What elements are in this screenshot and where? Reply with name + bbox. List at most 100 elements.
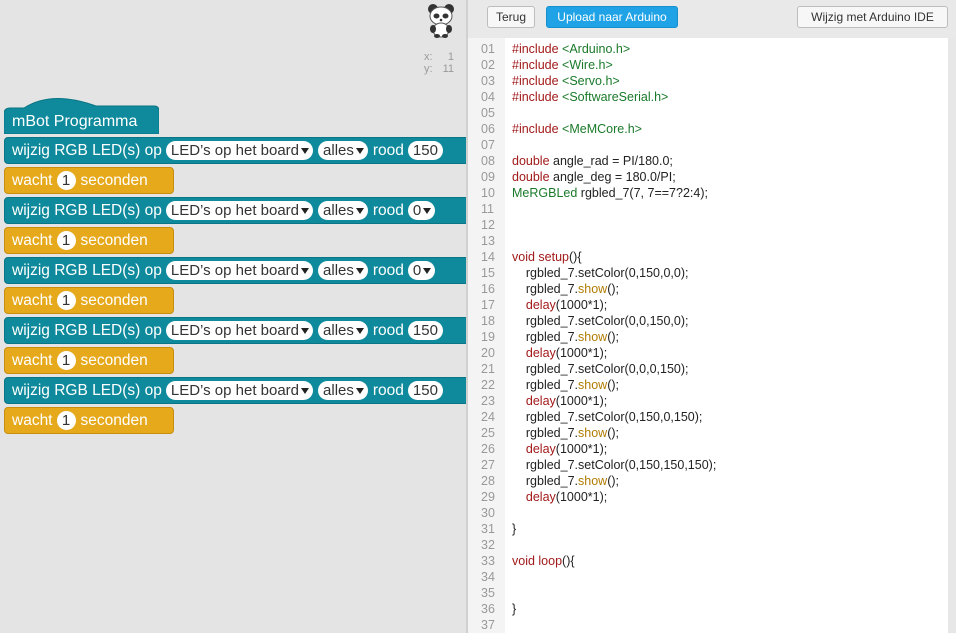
line-number: 37 [481, 618, 495, 632]
code-line[interactable]: 33 void loop(){ [468, 553, 948, 569]
editor-scrollbar[interactable] [948, 38, 956, 633]
upload-to-arduino-button[interactable]: Upload naar Arduino [546, 6, 678, 28]
led-which-dropdown[interactable]: alles [318, 261, 368, 280]
code-line[interactable]: 30 [468, 505, 948, 521]
code-token: void [512, 250, 539, 264]
code-line[interactable]: 22 rgbled_7.show(); [468, 377, 948, 393]
led-target-dropdown[interactable]: LED’s op het board [165, 381, 314, 400]
code-line[interactable]: 02 #include <Wire.h> [468, 57, 948, 73]
seconds-input[interactable]: 1 [56, 231, 76, 250]
scripts-area[interactable]: x: 1 y: 11 mBot Programma wijzig RGB LED(s… [0, 0, 466, 633]
back-button[interactable]: Terug [487, 6, 535, 28]
code-line[interactable]: 04 #include <SoftwareSerial.h> [468, 89, 948, 105]
led-which-dropdown[interactable]: alles [318, 381, 368, 400]
wait-block[interactable]: wacht 1 seconden [4, 407, 174, 434]
panda-icon[interactable] [424, 2, 458, 38]
code-line[interactable]: 21 rgbled_7.setColor(0,0,0,150); [468, 361, 948, 377]
code-token: (){ [569, 250, 582, 264]
mbot-program-hat-block[interactable]: mBot Programma [4, 96, 159, 134]
set-rgb-led-block[interactable]: wijzig RGB LED(s) op LED’s op het board al… [4, 317, 466, 344]
code-line[interactable]: 36} [468, 601, 948, 617]
code-line[interactable]: 12 [468, 217, 948, 233]
dropdown-arrow-icon [355, 207, 364, 214]
code-line[interactable]: 18 rgbled_7.setColor(0,0,150,0); [468, 313, 948, 329]
y-label: y: [424, 63, 433, 75]
line-number: 01 [481, 42, 495, 56]
code-text: #include <MeMCore.h> [512, 121, 642, 137]
set-rgb-led-block[interactable]: wijzig RGB LED(s) op LED’s op het board al… [4, 197, 466, 224]
code-line[interactable]: 07 [468, 137, 948, 153]
red-value-input[interactable]: 150 [407, 141, 443, 160]
led-target-dropdown[interactable]: LED’s op het board [165, 261, 314, 280]
dropdown-value: alles [323, 322, 354, 339]
code-line[interactable]: 32 [468, 537, 948, 553]
wait-block[interactable]: wacht 1 seconden [4, 167, 174, 194]
wait-block[interactable]: wacht 1 seconden [4, 227, 174, 254]
set-rgb-led-block[interactable]: wijzig RGB LED(s) op LED’s op het board al… [4, 257, 466, 284]
red-value-input[interactable]: 150 [407, 381, 443, 400]
led-target-dropdown[interactable]: LED’s op het board [165, 201, 314, 220]
code-line[interactable]: 11 [468, 201, 948, 217]
wait-block[interactable]: wacht 1 seconden [4, 287, 174, 314]
code-token: setup [538, 250, 569, 264]
code-line[interactable]: 06 #include <MeMCore.h> [468, 121, 948, 137]
led-which-dropdown[interactable]: alles [318, 201, 368, 220]
line-number: 20 [481, 346, 495, 360]
code-line[interactable]: 19 rgbled_7.show(); [468, 329, 948, 345]
code-line[interactable]: 05 [468, 105, 948, 121]
code-token: (1000*1); [555, 394, 608, 408]
seconds-input[interactable]: 1 [56, 171, 76, 190]
code-line[interactable]: 16 rgbled_7.show(); [468, 281, 948, 297]
code-text: rgbled_7.show(); [512, 425, 619, 441]
code-line[interactable]: 14 void setup(){ [468, 249, 948, 265]
code-line[interactable]: 26 delay(1000*1); [468, 441, 948, 457]
code-line[interactable]: 27 rgbled_7.setColor(0,150,150,150); [468, 457, 948, 473]
led-which-dropdown[interactable]: alles [318, 321, 368, 340]
line-number: 03 [481, 74, 495, 88]
set-rgb-led-block[interactable]: wijzig RGB LED(s) op LED’s op het board al… [4, 377, 466, 404]
code-line[interactable]: 03 #include <Servo.h> [468, 73, 948, 89]
code-line[interactable]: 29 delay(1000*1); [468, 489, 948, 505]
code-line[interactable]: 28 rgbled_7.show(); [468, 473, 948, 489]
code-text: rgbled_7.show(); [512, 473, 619, 489]
code-editor[interactable]: 01 #include <Arduino.h> 02 #include <Wire.h… [468, 38, 948, 633]
led-target-dropdown[interactable]: LED’s op het board [165, 141, 314, 160]
code-line[interactable]: 24 rgbled_7.setColor(0,150,0,150); [468, 409, 948, 425]
seconds-input[interactable]: 1 [56, 351, 76, 370]
code-line[interactable]: 13 [468, 233, 948, 249]
code-text: delay(1000*1); [512, 393, 607, 409]
code-line[interactable]: 20 delay(1000*1); [468, 345, 948, 361]
color-label: rood [372, 261, 404, 279]
code-line[interactable]: 15 rgbled_7.setColor(0,150,0,0); [468, 265, 948, 281]
code-text: delay(1000*1); [512, 345, 607, 361]
edit-with-arduino-ide-button[interactable]: Wijzig met Arduino IDE [797, 6, 948, 28]
code-line[interactable]: 31} [468, 521, 948, 537]
code-token: (1000*1); [555, 298, 608, 312]
code-line[interactable]: 34 [468, 569, 948, 585]
code-line[interactable]: 25 rgbled_7.show(); [468, 425, 948, 441]
seconds-input[interactable]: 1 [56, 411, 76, 430]
red-value-dropdown[interactable]: 0 [407, 261, 436, 280]
hat-label: mBot Programma [12, 113, 138, 130]
code-line[interactable]: 17 delay(1000*1); [468, 297, 948, 313]
dropdown-value: alles [323, 262, 354, 279]
code-line[interactable]: 23 delay(1000*1); [468, 393, 948, 409]
led-which-dropdown[interactable]: alles [318, 141, 368, 160]
set-rgb-led-block[interactable]: wijzig RGB LED(s) op LED’s op het board al… [4, 137, 466, 164]
seconds-input[interactable]: 1 [56, 291, 76, 310]
code-token: (){ [562, 554, 575, 568]
red-value-input[interactable]: 150 [407, 321, 443, 340]
seconds-label: seconden [80, 231, 148, 249]
code-line[interactable]: 37 [468, 617, 948, 633]
code-line[interactable]: 08 double angle_rad = PI/180.0; [468, 153, 948, 169]
code-line[interactable]: 10 MeRGBLed rgbled_7(7, 7==7?2:4); [468, 185, 948, 201]
code-line[interactable]: 35 [468, 585, 948, 601]
code-line[interactable]: 09 double angle_deg = 180.0/PI; [468, 169, 948, 185]
code-line[interactable]: 01 #include <Arduino.h> [468, 41, 948, 57]
red-value-dropdown[interactable]: 0 [407, 201, 436, 220]
code-token: (); [607, 282, 620, 296]
led-target-dropdown[interactable]: LED’s op het board [165, 321, 314, 340]
wait-block[interactable]: wacht 1 seconden [4, 347, 174, 374]
